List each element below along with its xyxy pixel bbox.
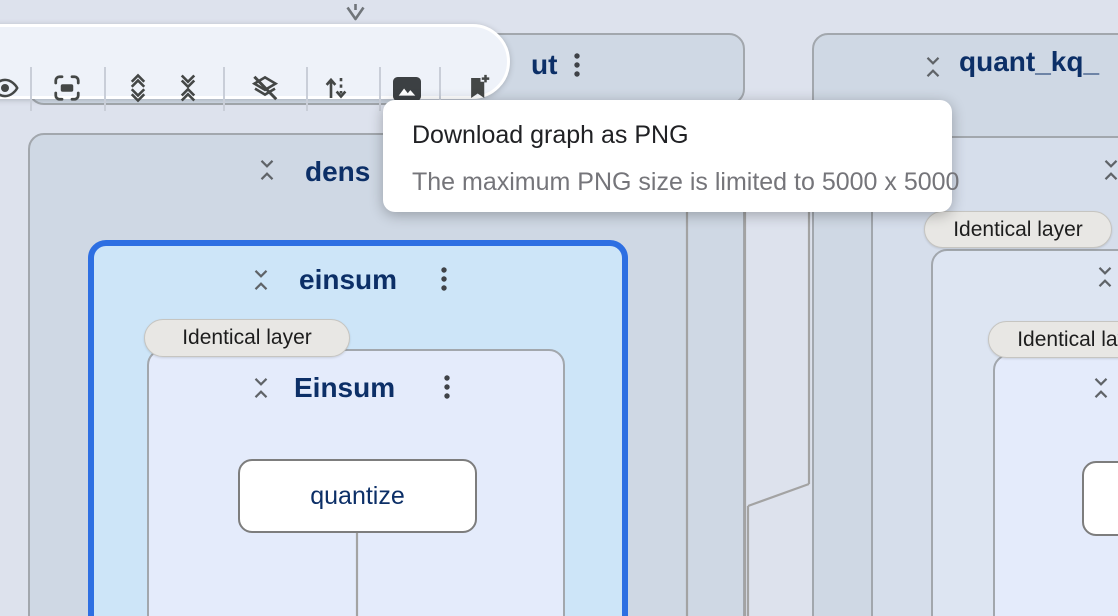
tooltip-title: Download graph as PNG [412,121,689,150]
group-top-title: ut [531,51,557,79]
toolbar-separator [223,67,225,111]
toolbar-separator [306,67,308,111]
toolbar-separator [104,67,106,111]
group-quant-kq-title: quant_kq_ [959,48,1099,76]
fit-to-screen-icon[interactable] [52,73,82,103]
toolbar-separator [30,67,32,111]
collapse-layer-icon[interactable] [250,265,272,295]
group-top-menu-icon[interactable] [572,50,582,82]
collapse-layer-icon[interactable] [1094,262,1116,292]
identical-layer-badge: Identical layer [988,321,1118,358]
collapse-layer-icon[interactable] [1100,155,1118,185]
collapse-layer-icon[interactable] [250,373,272,403]
pointer-arrow-icon [345,3,366,21]
group-dens-title: dens [305,158,370,186]
op-node-partial[interactable] [1082,461,1118,536]
trace-inputs-outputs-icon[interactable] [321,73,351,103]
tooltip-subtitle: The maximum PNG size is limited to 5000 … [412,168,959,197]
group-einsum-inner-menu-icon[interactable] [442,372,452,404]
add-bookmark-icon[interactable] [463,73,493,103]
collapse-layer-icon[interactable] [1090,373,1112,403]
visibility-icon[interactable] [0,73,20,103]
graph-toolbar [0,24,510,99]
collapse-layer-icon[interactable] [922,52,944,82]
op-node-quantize-label: quantize [310,482,405,511]
identical-layer-badge: Identical layer [924,211,1112,248]
flatten-layers-icon[interactable] [250,73,280,103]
collapse-all-layers-icon[interactable] [173,73,203,103]
graph-canvas[interactable]: ut dens quant_kq_ einsum [0,0,1118,616]
group-einsum-inner-title: Einsum [294,374,395,402]
expand-all-layers-icon[interactable] [123,73,153,103]
group-einsum-title: einsum [299,266,397,294]
download-png-tooltip: Download graph as PNG The maximum PNG si… [383,100,952,212]
toolbar-separator [379,67,381,111]
group-einsum-menu-icon[interactable] [439,264,449,296]
identical-layer-badge: Identical layer [144,319,350,357]
collapse-layer-icon[interactable] [256,155,278,185]
op-node-quantize[interactable]: quantize [238,459,477,533]
